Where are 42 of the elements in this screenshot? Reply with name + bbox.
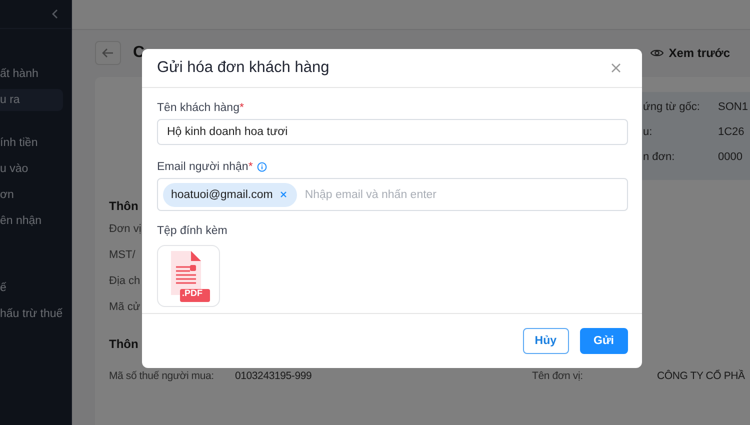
field-value: 0103243195-999	[235, 370, 313, 382]
arrow-left-icon	[102, 48, 114, 58]
sidebar-item[interactable]: ất hành	[0, 61, 63, 87]
attachments-label: Tệp đính kèm	[157, 224, 228, 239]
sidebar-item[interactable]: hấu trừ thuế	[0, 301, 63, 327]
sidebar-item[interactable]: ế	[0, 275, 63, 301]
field-label: ứng từ gốc:	[643, 101, 701, 115]
preview-button[interactable]: Xem trước	[650, 46, 730, 60]
field-label: Địa ch	[109, 275, 140, 287]
field-label: Mã số thuế người mua:	[109, 370, 215, 382]
sidebar-item[interactable]: ên nhận	[0, 208, 63, 234]
sidebar-item[interactable]: u vào	[0, 156, 63, 182]
field-label: Đơn vị	[109, 223, 142, 235]
field-value: 0000	[718, 151, 742, 165]
field-label: Tên đơn vị:	[532, 370, 584, 382]
field-label: MST/	[109, 249, 136, 261]
name-field[interactable]: Hộ kinh doanh hoa tươi	[157, 119, 628, 145]
cancel-button[interactable]: Hủy	[522, 328, 569, 354]
section-heading: Thôn	[109, 198, 138, 215]
sidebar-item[interactable]: ính tiền	[0, 130, 63, 156]
field-label: u:	[643, 126, 654, 140]
field-label: Email người nhận*	[157, 161, 253, 173]
remove-icon	[280, 191, 287, 198]
field-value: SON1	[718, 101, 748, 115]
field-value: 1C26	[718, 126, 744, 140]
send-button[interactable]: Gửi	[580, 328, 628, 354]
back-button[interactable]	[95, 41, 121, 65]
field-label: n đơn:	[643, 151, 676, 165]
sidebar-item[interactable]: u ra	[0, 89, 63, 111]
field-value: CÔNG TY CỔ PHẦ	[657, 370, 745, 382]
dialog-title: Gửi hóa đơn khách hàng	[157, 59, 330, 77]
file-type-label: .PDF	[182, 288, 203, 298]
email-tag[interactable]: hoatuoi@gmail.com	[163, 182, 297, 206]
collapse-icon[interactable]	[51, 9, 59, 19]
section-heading: Thôn	[109, 336, 138, 353]
close-icon[interactable]	[611, 63, 621, 73]
field-label: Mã cử	[109, 301, 140, 313]
eye-icon	[650, 48, 664, 58]
sidebar-item[interactable]: ơn	[0, 182, 63, 208]
field-label: Tên khách hàng*	[157, 102, 244, 114]
attachment-tile[interactable]: .PDF	[157, 245, 220, 307]
email-field[interactable]: hoatuoi@gmail.com Nhập email và nhấn enter	[157, 178, 628, 211]
